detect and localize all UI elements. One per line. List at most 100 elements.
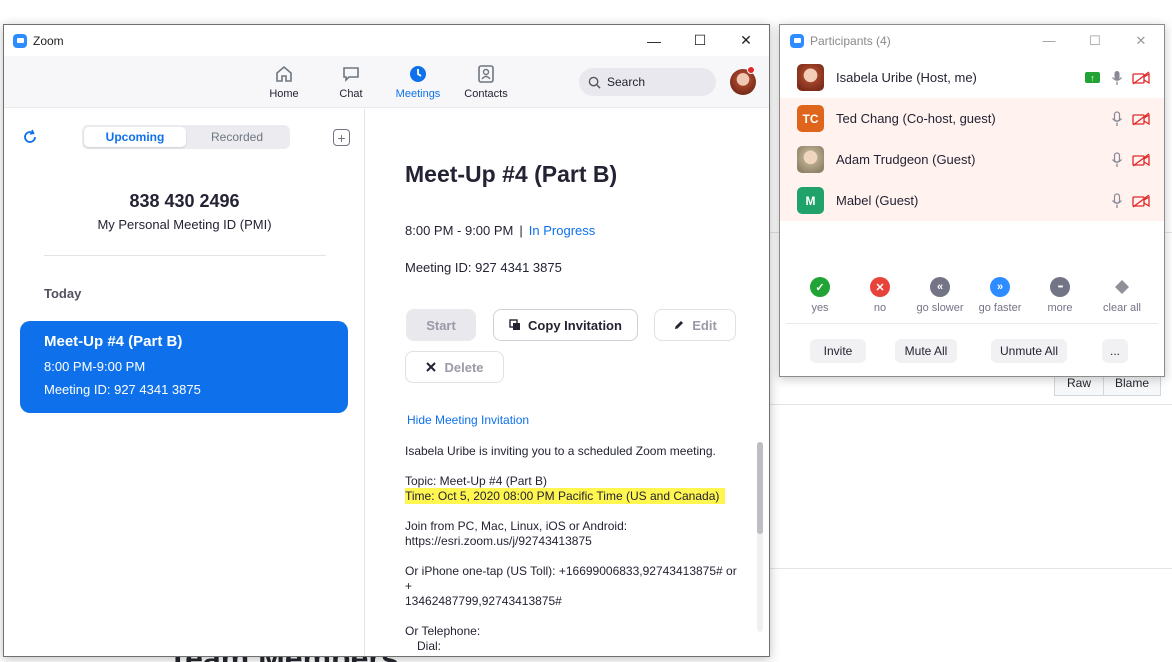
tab-recorded[interactable]: Recorded [186, 127, 288, 147]
more-icon: ••• [1050, 277, 1070, 297]
reaction-label: no [873, 302, 887, 314]
microphone-icon[interactable] [1110, 70, 1124, 86]
background-divider [770, 568, 1172, 569]
zoom-app-icon [13, 33, 27, 48]
invite-label: Invite [823, 344, 853, 358]
nonverbal-feedback-bar: ✓ yes ✕ no « go slower » go faster ••• m… [780, 277, 1164, 319]
meeting-item-title: Meet-Up #4 (Part B) [44, 333, 183, 350]
zoom-titlebar: Zoom — ☐ ✕ [4, 25, 769, 56]
maximize-icon[interactable]: ☐ [677, 25, 723, 56]
participant-name: Mabel (Guest) [836, 193, 919, 208]
invite-button[interactable]: Invite [810, 339, 866, 363]
invitation-dial: Dial: [417, 639, 442, 653]
eraser-icon [1112, 277, 1132, 297]
delete-button[interactable]: Delete [405, 351, 504, 383]
reaction-go-faster[interactable]: » go faster [970, 277, 1030, 314]
video-off-icon[interactable] [1132, 70, 1150, 85]
start-label: Start [426, 317, 456, 333]
meetings-list-pane: Upcoming Recorded + 838 430 2496 My Pers… [4, 109, 365, 656]
scrollbar[interactable] [757, 442, 763, 632]
invitation-join-url: https://esri.zoom.us/j/92743413875 [405, 534, 592, 548]
divider [44, 255, 326, 256]
tab-meetings[interactable]: Meetings [388, 64, 448, 100]
reaction-yes[interactable]: ✓ yes [790, 277, 850, 314]
time-separator: | [519, 223, 523, 238]
mute-all-button[interactable]: Mute All [895, 339, 957, 363]
maximize-icon[interactable]: ☐ [1072, 25, 1118, 56]
scrollbar-thumb[interactable] [757, 442, 763, 534]
invitation-join-from: Join from PC, Mac, Linux, iOS or Android… [405, 519, 628, 533]
avatar-initials: TC [802, 111, 819, 126]
microphone-icon[interactable] [1110, 110, 1124, 127]
invitation-line: Isabela Uribe is inviting you to a sched… [405, 444, 716, 458]
more-options-button[interactable]: ... [1102, 339, 1128, 363]
x-icon: ✕ [870, 277, 890, 297]
tab-contacts[interactable]: Contacts [456, 64, 516, 100]
avatar: M [797, 187, 824, 214]
participant-row[interactable]: Adam Trudgeon (Guest) [780, 139, 1164, 180]
delete-label: Delete [444, 359, 484, 375]
participant-row[interactable]: M Mabel (Guest) [780, 180, 1164, 221]
microphone-icon[interactable] [1110, 151, 1124, 168]
meeting-detail-pane: Meet-Up #4 (Part B) 8:00 PM - 9:00 PM | In… [365, 109, 769, 656]
reaction-no[interactable]: ✕ no [850, 277, 910, 314]
minimize-icon[interactable]: — [631, 25, 677, 56]
reaction-label: more [1047, 302, 1073, 314]
video-off-icon[interactable] [1132, 111, 1150, 126]
hide-invitation-link[interactable]: Hide Meeting Invitation [407, 413, 529, 427]
avatar [797, 64, 824, 91]
meeting-time: 8:00 PM - 9:00 PM [405, 223, 514, 238]
rewind-icon: « [930, 277, 950, 297]
divider [786, 323, 1158, 324]
reaction-label: clear all [1103, 302, 1141, 314]
invitation-telephone: Or Telephone: [405, 624, 481, 638]
video-off-icon[interactable] [1132, 152, 1150, 167]
zoom-window: Zoom — ☐ ✕ Home Chat Meetings Contacts S… [3, 24, 770, 657]
meeting-list-item[interactable]: Meet-Up #4 (Part B) 8:00 PM-9:00 PM Meet… [20, 321, 348, 413]
background-divider [770, 404, 1172, 405]
section-header-today: Today [44, 286, 82, 301]
close-icon[interactable]: ✕ [1118, 25, 1164, 56]
meeting-item-time: 8:00 PM-9:00 PM [44, 359, 146, 374]
microphone-icon[interactable] [1110, 192, 1124, 209]
copy-invitation-label: Copy Invitation [528, 317, 622, 333]
close-icon[interactable]: ✕ [723, 25, 769, 56]
video-off-icon[interactable] [1132, 193, 1150, 208]
meeting-id: Meeting ID: 927 4341 3875 [405, 260, 562, 275]
reaction-label: go slower [916, 302, 964, 314]
avatar-initials: M [805, 193, 816, 208]
participants-window: Participants (4) — ☐ ✕ Isabela Uribe (Ho… [779, 24, 1165, 377]
copy-invitation-button[interactable]: Copy Invitation [493, 309, 638, 341]
pmi-number: 838 430 2496 [129, 191, 240, 211]
meeting-status: In Progress [528, 223, 596, 238]
tab-upcoming[interactable]: Upcoming [84, 127, 186, 147]
tab-home[interactable]: Home [254, 64, 314, 100]
refresh-icon[interactable] [22, 129, 38, 145]
participant-row[interactable]: TC Ted Chang (Co-host, guest) [780, 98, 1164, 139]
participants-title: Participants (4) [810, 33, 891, 48]
home-icon [276, 65, 292, 82]
search-icon [588, 76, 601, 89]
reaction-more[interactable]: ••• more [1030, 277, 1090, 314]
reaction-clear-all[interactable]: clear all [1092, 277, 1152, 314]
meetings-segmented-control: Upcoming Recorded [82, 125, 290, 149]
tab-meetings-label: Meetings [395, 88, 441, 100]
tab-home-label: Home [269, 88, 299, 100]
checkmark-icon: ✓ [810, 277, 830, 297]
clock-icon [410, 66, 426, 82]
pmi-label: My Personal Meeting ID (PMI) [97, 217, 272, 232]
chat-icon [343, 67, 359, 82]
tab-chat[interactable]: Chat [321, 64, 381, 100]
unmute-all-button[interactable]: Unmute All [991, 339, 1067, 363]
start-button[interactable]: Start [406, 309, 476, 341]
reaction-go-slower[interactable]: « go slower [910, 277, 970, 314]
invitation-iphone-cont: 13462487799,92743413875# [405, 594, 562, 608]
add-meeting-icon[interactable]: + [333, 129, 350, 146]
window-title: Zoom [33, 33, 64, 48]
invitation-text: Isabela Uribe is inviting you to a sched… [405, 444, 745, 654]
participant-row[interactable]: Isabela Uribe (Host, me) ↑ [780, 57, 1164, 98]
search-input[interactable]: Search [579, 68, 716, 96]
minimize-icon[interactable]: — [1026, 25, 1072, 56]
edit-button[interactable]: Edit [654, 309, 736, 341]
invitation-topic: Topic: Meet-Up #4 (Part B) [405, 474, 548, 488]
